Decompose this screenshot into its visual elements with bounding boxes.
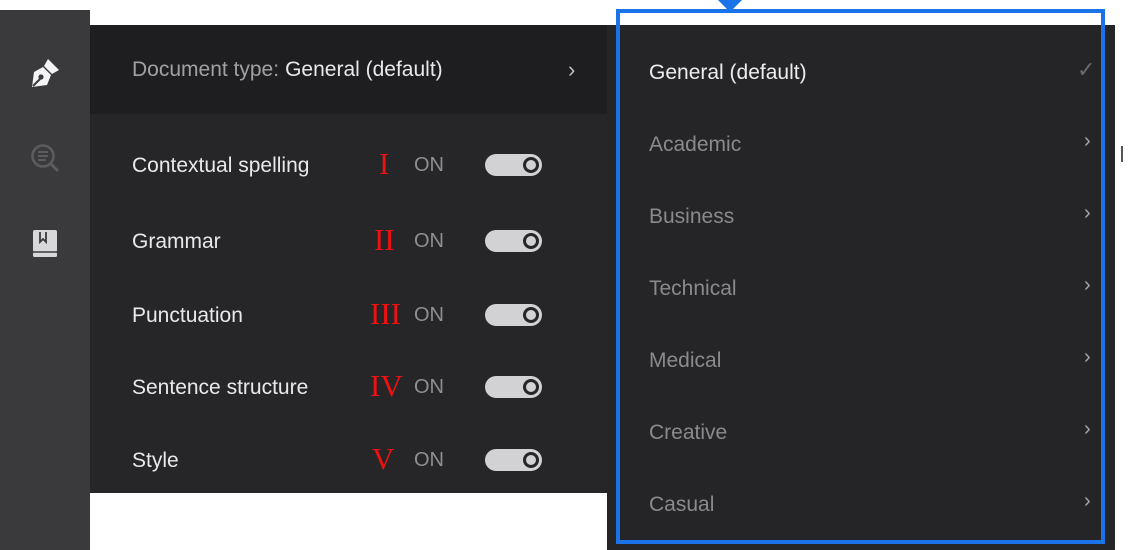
toggle-knob [523, 233, 539, 249]
setting-state: ON [414, 230, 444, 252]
roman-numeral-annotation: I [379, 146, 390, 181]
setting-label: Style [132, 449, 179, 472]
toggle-knob [523, 157, 539, 173]
setting-label: Sentence structure [132, 376, 309, 399]
setting-state: ON [414, 449, 444, 471]
settings-panel: Document type: General (default) › Contex… [90, 25, 607, 493]
pen-nib-icon[interactable] [20, 48, 70, 98]
chevron-right-icon: › [568, 57, 576, 82]
document-type-label: Document type: General (default) [132, 58, 443, 82]
toggle-switch[interactable] [485, 376, 542, 398]
setting-row-grammar: Grammar II ON [132, 222, 592, 262]
highlight-box [616, 9, 1105, 544]
setting-row-sentence-structure: Sentence structure IV ON [132, 368, 592, 408]
document-type-selector[interactable]: Document type: General (default) › [90, 25, 607, 114]
pointer-arrow [718, 0, 742, 12]
setting-state: ON [414, 376, 444, 398]
background-divider [1121, 146, 1123, 162]
setting-state: ON [414, 304, 444, 326]
setting-row-punctuation: Punctuation III ON [132, 296, 592, 336]
roman-numeral-annotation: IV [370, 368, 403, 403]
document-type-caption: Document type: [132, 58, 280, 81]
setting-label: Grammar [132, 230, 221, 253]
setting-label: Punctuation [132, 304, 243, 327]
setting-row-style: Style V ON [132, 441, 592, 481]
toggle-switch[interactable] [485, 230, 542, 252]
sidebar-rail [0, 10, 90, 550]
setting-row-contextual-spelling: Contextual spelling I ON [132, 146, 592, 186]
setting-label: Contextual spelling [132, 154, 310, 177]
setting-state: ON [414, 154, 444, 176]
bookmark-book-icon[interactable] [20, 218, 70, 268]
document-type-value: General (default) [285, 58, 443, 81]
toggle-switch[interactable] [485, 449, 542, 471]
toggle-knob [523, 307, 539, 323]
search-document-icon[interactable] [20, 133, 70, 183]
toggle-knob [523, 452, 539, 468]
toggle-switch[interactable] [485, 154, 542, 176]
roman-numeral-annotation: III [370, 296, 401, 331]
toggle-knob [523, 379, 539, 395]
roman-numeral-annotation: II [374, 222, 395, 257]
toggle-switch[interactable] [485, 304, 542, 326]
roman-numeral-annotation: V [372, 441, 395, 476]
